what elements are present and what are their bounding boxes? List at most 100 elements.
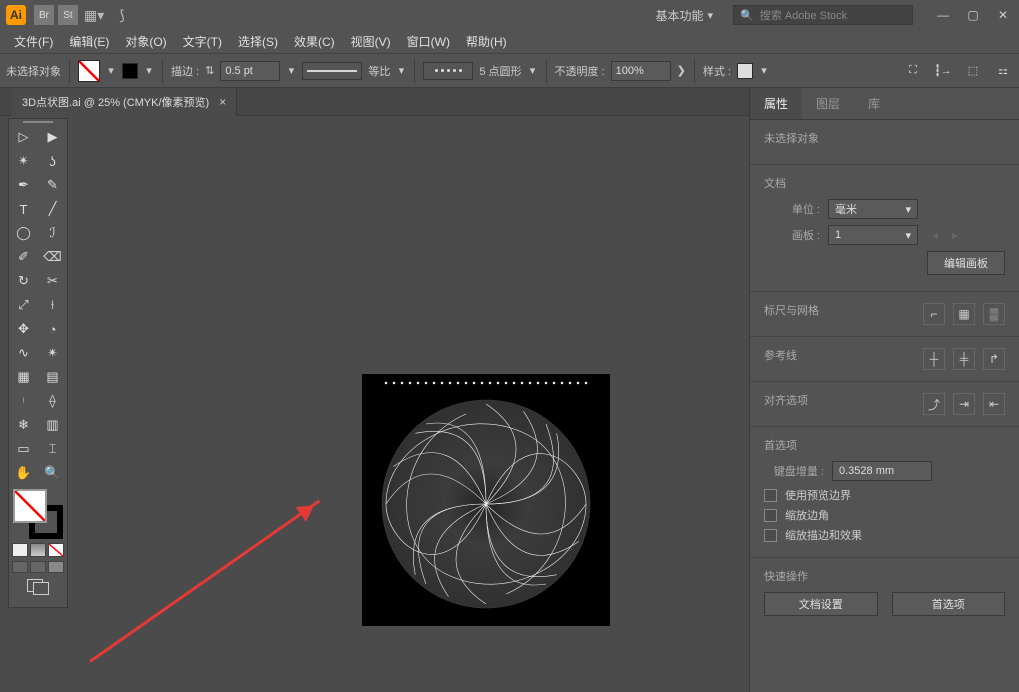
type-tool[interactable]: T xyxy=(9,197,38,221)
close-tab-icon[interactable]: × xyxy=(219,95,226,109)
menu-window[interactable]: 窗口(W) xyxy=(401,31,456,52)
menu-view[interactable]: 视图(V) xyxy=(345,31,397,52)
paintbrush-tool[interactable]: ℐ xyxy=(38,221,67,245)
eraser-tool[interactable]: ⌫ xyxy=(38,245,67,269)
pen-tool[interactable]: ✒ xyxy=(9,173,38,197)
ellipse-tool[interactable]: ◯ xyxy=(9,221,38,245)
shape-builder-tool[interactable]: ◔ xyxy=(38,317,67,341)
style-swatch[interactable] xyxy=(737,63,753,79)
fill-stroke-control[interactable] xyxy=(13,489,63,539)
draw-inside-icon[interactable] xyxy=(48,561,64,573)
shaper-tool[interactable]: ✐ xyxy=(9,245,38,269)
draw-behind-icon[interactable] xyxy=(30,561,46,573)
scale-tool[interactable]: ⤢ xyxy=(9,293,38,317)
stroke-dropdown[interactable]: ▾ xyxy=(144,64,154,77)
gradient-mode-icon[interactable] xyxy=(30,543,46,557)
scissors-tool[interactable]: ✂ xyxy=(38,269,67,293)
line-tool[interactable]: ╱ xyxy=(38,197,67,221)
document-tab[interactable]: 3D点状图.ai @ 25% (CMYK/像素预览) × xyxy=(12,88,237,116)
snap-pixel-icon[interactable]: ⇥ xyxy=(953,393,975,415)
guide-lock-icon[interactable]: ╪ xyxy=(953,348,975,370)
menu-file[interactable]: 文件(F) xyxy=(8,31,59,52)
rotate-tool[interactable]: ↻ xyxy=(9,269,38,293)
draw-normal-icon[interactable] xyxy=(12,561,28,573)
arrange-docs-icon[interactable]: ▦▾ xyxy=(82,3,106,27)
canvas[interactable] xyxy=(0,116,749,692)
menu-select[interactable]: 选择(S) xyxy=(232,31,284,52)
dash-dd[interactable]: ▾ xyxy=(528,64,538,77)
opacity-more-icon[interactable]: ❯ xyxy=(677,64,686,77)
column-graph-tool[interactable]: ▥ xyxy=(38,413,67,437)
adobe-stock-search[interactable]: 🔍 搜索 Adobe Stock xyxy=(733,5,913,25)
color-mode-icon[interactable] xyxy=(12,543,28,557)
gpu-icon[interactable]: ⟆ xyxy=(110,3,134,27)
key-increment-input[interactable]: 0.3528 mm xyxy=(832,461,932,481)
chk-scale-corners[interactable]: 缩放边角 xyxy=(764,507,1005,523)
chevron-down-icon[interactable]: ▾ xyxy=(707,9,713,22)
artboard-next-icon[interactable]: ▸ xyxy=(952,228,958,242)
free-transform-tool[interactable]: ✥ xyxy=(9,317,38,341)
uniform-dd[interactable]: ▾ xyxy=(396,64,406,77)
lasso-tool[interactable]: ʖ xyxy=(38,149,67,173)
selection-tool[interactable]: ▷ xyxy=(9,125,38,149)
opacity-input[interactable]: 100% xyxy=(611,61,671,81)
stroke-profile[interactable] xyxy=(302,62,362,80)
grid-icon[interactable]: ▦ xyxy=(953,303,975,325)
tab-libraries[interactable]: 库 xyxy=(854,88,894,119)
style-dd[interactable]: ▾ xyxy=(759,64,769,77)
menu-help[interactable]: 帮助(H) xyxy=(460,31,513,52)
maximize-button[interactable]: ▢ xyxy=(963,5,983,25)
stroke-uniform[interactable]: 等比 xyxy=(368,63,390,79)
workspace-switcher[interactable]: 基本功能 xyxy=(655,7,703,24)
align-panel-icon[interactable]: ┇→ xyxy=(933,61,953,81)
stroke-weight-dd[interactable]: ▾ xyxy=(286,64,296,77)
artboard-select[interactable]: 1▾ xyxy=(828,225,918,245)
snap-grid-icon[interactable]: ⇤ xyxy=(983,393,1005,415)
direct-selection-tool[interactable]: ▶ xyxy=(38,125,67,149)
artboard-prev-icon[interactable]: ◂ xyxy=(932,228,938,242)
fill-swatch[interactable] xyxy=(78,60,100,82)
transparency-grid-icon[interactable]: ▒ xyxy=(983,303,1005,325)
guide-toggle-icon[interactable]: ┼ xyxy=(923,348,945,370)
slice-tool[interactable]: ⌶ xyxy=(38,437,67,461)
brush-definition[interactable] xyxy=(423,62,473,80)
close-button[interactable]: ✕ xyxy=(993,5,1013,25)
units-select[interactable]: 毫米▾ xyxy=(828,199,918,219)
mesh-tool[interactable]: ▦ xyxy=(9,365,38,389)
stroke-weight-input[interactable]: 0.5 pt xyxy=(220,61,280,81)
tab-layers[interactable]: 图层 xyxy=(802,88,854,119)
puppet-tool[interactable]: ✴ xyxy=(38,341,67,365)
screen-mode-icon[interactable] xyxy=(27,579,49,595)
document-setup-button[interactable]: 文档设置 xyxy=(764,592,878,616)
ruler-icon[interactable]: ⌐ xyxy=(923,303,945,325)
warp-tool[interactable]: ∿ xyxy=(9,341,38,365)
magic-wand-tool[interactable]: ✴ xyxy=(9,149,38,173)
eyedropper-tool[interactable]: 𝄅 xyxy=(9,389,38,413)
edit-artboard-button[interactable]: 编辑画板 xyxy=(927,251,1005,275)
smart-guide-icon[interactable]: ↱ xyxy=(983,348,1005,370)
minimize-button[interactable]: — xyxy=(933,5,953,25)
stock-icon[interactable]: St xyxy=(58,5,78,25)
fill-dropdown[interactable]: ▾ xyxy=(106,64,116,77)
hand-tool[interactable]: ✋ xyxy=(9,461,38,485)
gradient-tool[interactable]: ▤ xyxy=(38,365,67,389)
preferences-button[interactable]: 首选项 xyxy=(892,592,1006,616)
curvature-tool[interactable]: ✎ xyxy=(38,173,67,197)
tab-properties[interactable]: 属性 xyxy=(750,88,802,119)
width-tool[interactable]: ⟊ xyxy=(38,293,67,317)
snap-point-icon[interactable]: ⤴ xyxy=(923,393,945,415)
stroke-stepper-icon[interactable]: ⇅ xyxy=(205,64,214,77)
artboard-tool[interactable]: ▭ xyxy=(9,437,38,461)
transform-panel-icon[interactable]: ⬚ xyxy=(963,61,983,81)
menu-effect[interactable]: 效果(C) xyxy=(288,31,341,52)
symbol-sprayer-tool[interactable]: ❄ xyxy=(9,413,38,437)
zoom-tool[interactable]: 🔍 xyxy=(38,461,67,485)
stroke-swatch[interactable] xyxy=(122,63,138,79)
chk-scale-strokes[interactable]: 缩放描边和效果 xyxy=(764,527,1005,543)
chk-preview-bounds[interactable]: 使用预览边界 xyxy=(764,487,1005,503)
blend-tool[interactable]: ⟠ xyxy=(38,389,67,413)
menu-edit[interactable]: 编辑(E) xyxy=(63,31,115,52)
menu-type[interactable]: 文字(T) xyxy=(177,31,228,52)
dash-label[interactable]: 5 点圆形 xyxy=(479,63,521,79)
bridge-icon[interactable]: Br xyxy=(34,5,54,25)
